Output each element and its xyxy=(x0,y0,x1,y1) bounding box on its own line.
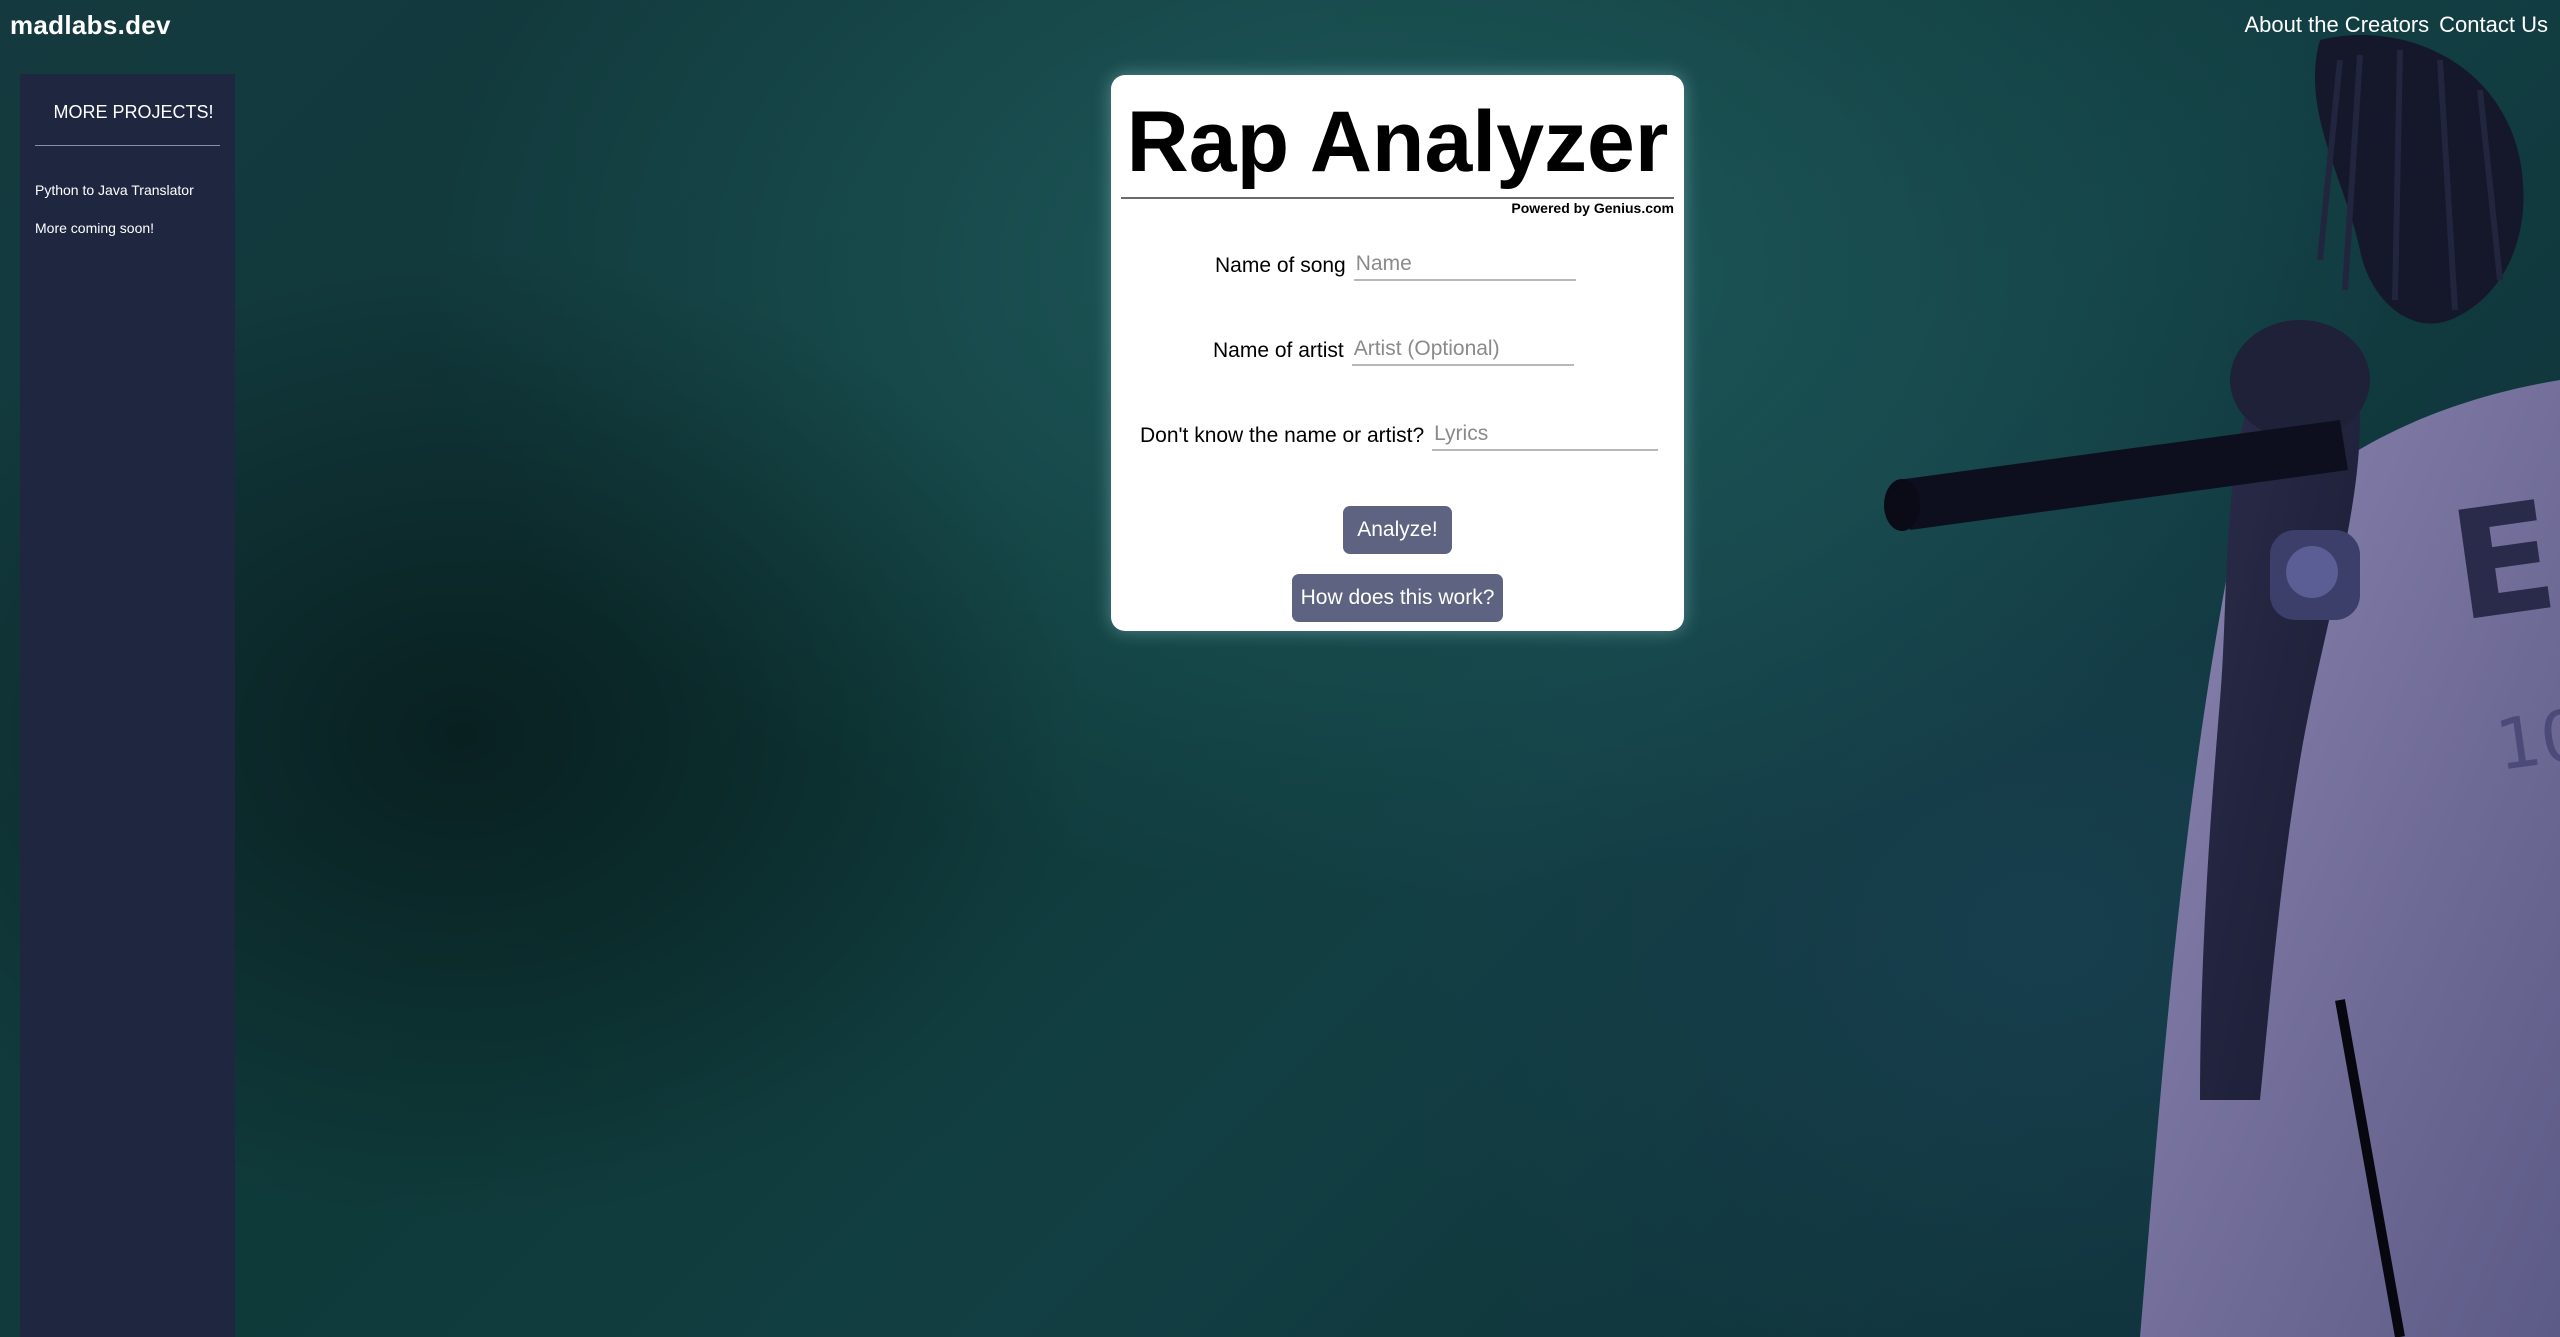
lyrics-input[interactable] xyxy=(1432,420,1659,451)
nav-link-about-creators[interactable]: About the Creators xyxy=(2245,12,2430,38)
song-label: Name of song xyxy=(1215,253,1346,277)
song-name-input[interactable] xyxy=(1353,250,1576,281)
artist-name-input[interactable] xyxy=(1351,335,1574,366)
sidebar-link-coming-soon[interactable]: More coming soon! xyxy=(35,220,235,236)
sidebar-title: MORE PROJECTS! xyxy=(53,102,214,122)
svg-text:E: E xyxy=(2441,469,2560,656)
rap-analyzer-card: Rap Analyzer Powered by Genius.com Name … xyxy=(1111,75,1684,631)
sidebar-link-python-to-java[interactable]: Python to Java Translator xyxy=(35,182,235,198)
page-title: Rap Analyzer xyxy=(1126,94,1669,190)
projects-sidebar: MORE PROJECTS! Python to Java Translator… xyxy=(20,74,235,1337)
top-nav: About the Creators Contact Us xyxy=(2245,12,2549,38)
sidebar-divider xyxy=(35,145,220,146)
nav-link-contact-us[interactable]: Contact Us xyxy=(2439,12,2548,38)
title-divider xyxy=(1121,197,1674,199)
site-logo[interactable]: madlabs.dev xyxy=(10,10,171,41)
lyrics-label: Don't know the name or artist? xyxy=(1140,423,1425,447)
sidebar-links: Python to Java Translator More coming so… xyxy=(20,182,235,236)
svg-text:10: 10 xyxy=(2491,693,2560,787)
song-field-row: Name of song xyxy=(1215,250,1576,281)
how-does-this-work-button[interactable]: How does this work? xyxy=(1292,574,1503,622)
lyrics-field-row: Don't know the name or artist? xyxy=(1140,420,1659,451)
analyze-button[interactable]: Analyze! xyxy=(1343,506,1452,554)
powered-by-label: Powered by Genius.com xyxy=(1511,200,1674,216)
artist-label: Name of artist xyxy=(1213,338,1344,362)
performer-background-image: E 10 xyxy=(1884,35,2560,1337)
artist-field-row: Name of artist xyxy=(1213,335,1574,366)
